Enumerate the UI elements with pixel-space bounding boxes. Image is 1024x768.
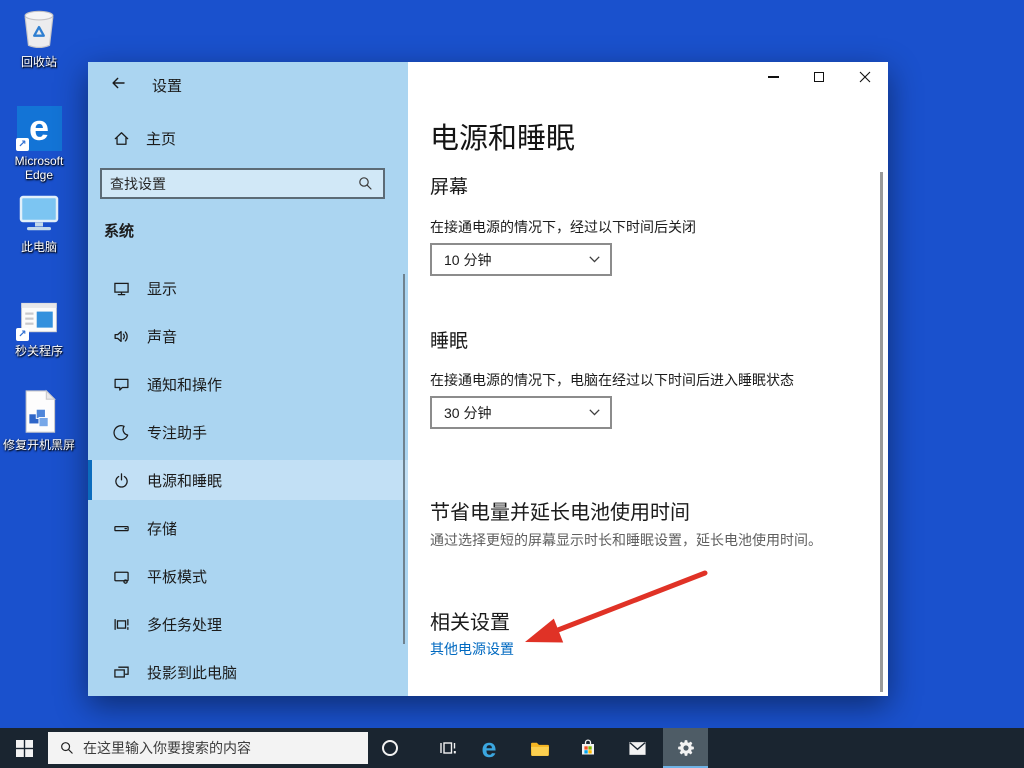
shortcut-arrow-icon: ↗ (16, 138, 29, 151)
windows-logo-icon (15, 739, 33, 757)
chevron-down-icon (589, 256, 600, 263)
desktop-icon-label: 回收站 (20, 55, 57, 69)
display-icon (112, 280, 130, 297)
cortana-button[interactable] (370, 728, 410, 768)
repair-tool-icon (15, 388, 63, 436)
cortana-icon (382, 740, 398, 756)
sidebar-item-display[interactable]: 显示 (88, 268, 408, 308)
sidebar-item-sound[interactable]: 声音 (88, 316, 408, 356)
start-button[interactable] (0, 728, 48, 768)
multitask-icon (112, 616, 130, 633)
battery-section-heading: 节省电量并延长电池使用时间 (430, 502, 690, 524)
task-view-icon (439, 742, 456, 754)
sleep-section-desc: 在接通电源的情况下，电脑在经过以下时间后进入睡眠状态 (430, 372, 794, 388)
chevron-down-icon (589, 409, 600, 416)
recycle-bin-icon (15, 5, 63, 53)
project-icon (112, 664, 130, 681)
app-window-icon: ↗ (15, 294, 63, 342)
gear-icon (677, 740, 694, 756)
desktop-icon-edge[interactable]: e ↗ Microsoft Edge (2, 104, 76, 183)
selected-indicator (88, 460, 92, 500)
taskbar-search-input[interactable] (83, 740, 368, 756)
sidebar-item-power-sleep[interactable]: 电源和睡眠 (88, 460, 408, 500)
sidebar-section-label: 系统 (104, 223, 135, 240)
sidebar-item-storage[interactable]: 存储 (88, 508, 408, 548)
back-arrow-icon (111, 77, 125, 89)
power-icon (112, 472, 130, 489)
tablet-icon (112, 568, 130, 585)
minimize-button[interactable] (750, 62, 796, 92)
close-button[interactable] (842, 62, 888, 92)
desktop-icon-label: 秒关程序 (14, 344, 63, 358)
settings-window: 设置 主页 系统 显示 (88, 62, 888, 696)
sidebar-nav: 显示 声音 通知和操作 专注助手 电源和睡眠 存储 平板模式 多任务处理 投影到… (88, 268, 408, 700)
file-explorer-button[interactable] (520, 728, 560, 768)
desktop-icon-recycle-bin[interactable]: 回收站 (2, 5, 76, 69)
taskbar-search-box[interactable] (48, 732, 368, 764)
page-title: 电源和睡眠 (430, 123, 576, 155)
edge-icon: e ↗ (15, 104, 63, 152)
window-caption-buttons (750, 62, 888, 92)
settings-taskbar-button[interactable] (663, 728, 708, 768)
moon-icon (112, 424, 130, 441)
settings-content: 电源和睡眠 屏幕 在接通电源的情况下，经过以下时间后关闭 10 分钟 睡眠 在接… (408, 62, 888, 696)
sidebar-item-focus-assist[interactable]: 专注助手 (88, 412, 408, 452)
desktop-icon-label: 修复开机黑屏 (2, 438, 75, 452)
home-icon (112, 130, 130, 147)
sleep-timeout-value: 30 分钟 (444, 404, 492, 421)
screen-section-heading: 屏幕 (430, 177, 469, 198)
maximize-icon (814, 72, 824, 82)
back-button[interactable] (102, 70, 134, 96)
sidebar-item-home[interactable]: 主页 (112, 128, 176, 149)
shortcut-arrow-icon: ↗ (16, 328, 29, 341)
related-settings-heading: 相关设置 (430, 612, 510, 634)
screen-section-desc: 在接通电源的情况下，经过以下时间后关闭 (430, 219, 696, 235)
mail-icon (628, 741, 646, 755)
desktop: 回收站 e ↗ Microsoft Edge 此电脑 ↗ 秒关程序 修复开机黑屏… (0, 0, 1024, 768)
storage-icon (112, 520, 130, 537)
taskbar: e 中 拼 15:42 2019/12/31 (0, 728, 1024, 768)
screen-timeout-value: 10 分钟 (444, 251, 492, 268)
search-icon (61, 742, 73, 754)
screen-timeout-dropdown[interactable]: 10 分钟 (430, 243, 612, 276)
sidebar-home-label: 主页 (146, 131, 177, 148)
sidebar-item-multitasking[interactable]: 多任务处理 (88, 604, 408, 644)
sound-icon (112, 328, 130, 345)
this-pc-icon (15, 190, 63, 238)
edge-taskbar-button[interactable]: e (469, 728, 509, 768)
maximize-button[interactable] (796, 62, 842, 92)
store-button[interactable] (568, 728, 608, 768)
sleep-section-heading: 睡眠 (430, 331, 469, 352)
minimize-icon (767, 76, 779, 78)
folder-icon (531, 742, 549, 756)
mail-button[interactable] (617, 728, 657, 768)
task-view-button[interactable] (427, 728, 467, 768)
sidebar-item-projecting[interactable]: 投影到此电脑 (88, 652, 408, 692)
content-scrollbar[interactable] (880, 172, 883, 692)
additional-power-settings-link[interactable]: 其他电源设置 (430, 639, 514, 659)
sleep-timeout-dropdown[interactable]: 30 分钟 (430, 396, 612, 429)
sidebar-item-tablet-mode[interactable]: 平板模式 (88, 556, 408, 596)
settings-sidebar: 设置 主页 系统 显示 (88, 62, 408, 696)
battery-section-desc: 通过选择更短的屏幕显示时长和睡眠设置，延长电池使用时间。 (430, 532, 822, 548)
settings-search-box[interactable] (100, 168, 385, 199)
desktop-icon-repair-tool[interactable]: 修复开机黑屏 (2, 388, 76, 452)
settings-search-input[interactable] (102, 175, 358, 192)
window-title: 设置 (152, 78, 183, 95)
sidebar-item-notifications[interactable]: 通知和操作 (88, 364, 408, 404)
edge-icon: e (481, 732, 497, 763)
desktop-icon-this-pc[interactable]: 此电脑 (2, 190, 76, 254)
comment-icon (112, 376, 130, 393)
store-icon (582, 739, 594, 755)
desktop-icon-app[interactable]: ↗ 秒关程序 (2, 294, 76, 358)
desktop-icon-label: Microsoft Edge (14, 154, 64, 183)
desktop-icon-label: 此电脑 (20, 240, 57, 254)
close-icon (859, 71, 871, 83)
sidebar-scrollbar[interactable] (403, 274, 405, 644)
search-icon (358, 176, 373, 191)
